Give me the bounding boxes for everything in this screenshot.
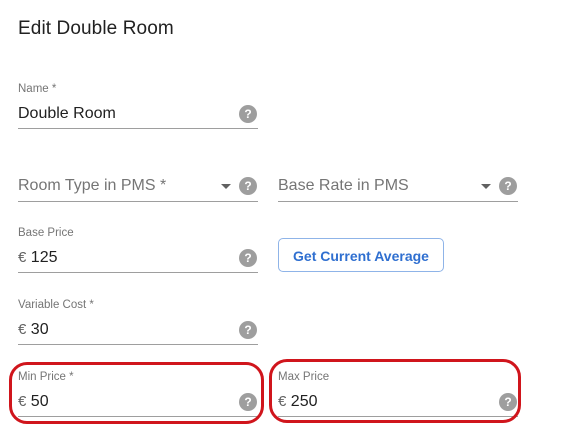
room-type-placeholder: Room Type in PMS * [18, 177, 167, 194]
variable-cost-label: Variable Cost * [18, 299, 94, 311]
help-icon[interactable]: ? [239, 249, 257, 267]
base-rate-placeholder: Base Rate in PMS [278, 177, 409, 194]
name-field[interactable]: Name * Double Room [18, 80, 258, 132]
page-title: Edit Double Room [18, 18, 174, 39]
max-price-highlight [269, 359, 521, 423]
variable-cost-input[interactable]: € 30 [18, 321, 49, 339]
base-rate-underline [278, 201, 518, 202]
help-icon[interactable]: ? [499, 177, 517, 195]
name-input[interactable]: Double Room [18, 105, 116, 123]
help-icon[interactable]: ? [239, 177, 257, 195]
get-current-average-button[interactable]: Get Current Average [278, 238, 444, 272]
room-type-underline [18, 201, 258, 202]
base-price-input[interactable]: € 125 [18, 249, 58, 267]
variable-cost-underline [18, 344, 258, 345]
base-price-value: 125 [30, 249, 58, 266]
room-type-dropdown-caret-icon[interactable] [221, 184, 231, 189]
base-price-label: Base Price [18, 227, 74, 239]
name-label: Name * [18, 83, 57, 95]
min-price-highlight [9, 362, 264, 424]
help-icon[interactable]: ? [239, 321, 257, 339]
variable-cost-field[interactable]: Variable Cost * € 30 [18, 296, 258, 348]
base-price-field[interactable]: Base Price € 125 [18, 224, 258, 276]
base-price-underline [18, 272, 258, 273]
variable-cost-value: 30 [30, 321, 49, 338]
currency-symbol: € [18, 249, 27, 266]
base-rate-dropdown-caret-icon[interactable] [481, 184, 491, 189]
help-icon[interactable]: ? [239, 105, 257, 123]
currency-symbol: € [18, 321, 27, 338]
name-underline [18, 128, 258, 129]
